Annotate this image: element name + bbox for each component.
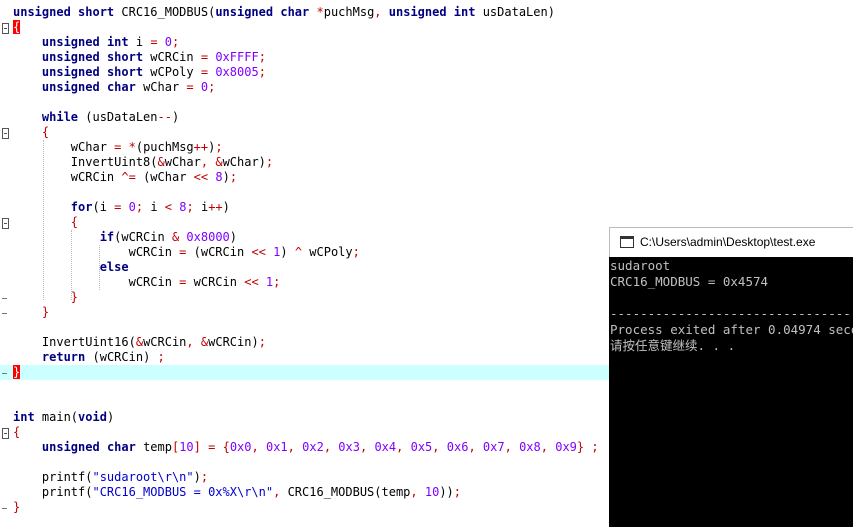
code-line[interactable]: if(wCRCin & 0x8000) [13,230,237,245]
code-line[interactable]: unsigned short CRC16_MODBUS(unsigned cha… [13,5,555,20]
code-line[interactable]: InvertUint16(&wCRCin, &wCRCin); [13,335,266,350]
code-line[interactable]: { [13,215,78,230]
code-line[interactable]: printf("CRC16_MODBUS = 0x%X\r\n", CRC16_… [13,485,461,500]
console-titlebar[interactable]: C:\Users\admin\Desktop\test.exe [609,227,853,257]
code-line[interactable]: { [13,20,21,35]
fold-end-marker [2,508,7,509]
code-line[interactable]: unsigned int i = 0; [13,35,179,50]
code-line[interactable]: } [13,290,78,305]
code-line[interactable]: return (wCRCin) ; [13,350,165,365]
code-line[interactable]: int main(void) [13,410,114,425]
code-line[interactable]: printf("sudaroot\r\n"); [13,470,208,485]
current-line-highlight [0,365,612,380]
console-output: sudaroot CRC16_MODBUS = 0x4574 -----------… [609,257,853,527]
code-line[interactable]: unsigned short wCRCin = 0xFFFF; [13,50,266,65]
code-line[interactable]: wChar = *(puchMsg++); [13,140,223,155]
code-line[interactable]: wCRCin = (wCRCin << 1) ^ wCPoly; [13,245,360,260]
fold-marker-icon[interactable] [2,128,9,139]
console-line: Process exited after 0.04974 seconds [610,322,853,337]
fold-end-marker [2,313,7,314]
fold-marker-icon[interactable] [2,23,9,34]
console-window[interactable]: C:\Users\admin\Desktop\test.exe sudaroot… [609,227,853,527]
console-app-icon [620,236,634,248]
console-line: 请按任意键继续. . . [610,338,736,353]
fold-marker-icon[interactable] [2,218,9,229]
code-line[interactable]: unsigned char temp[10] = {0x0, 0x1, 0x2,… [13,440,599,455]
code-line[interactable]: { [13,425,20,440]
code-line[interactable]: unsigned short wCPoly = 0x8005; [13,65,266,80]
code-line[interactable]: else [13,260,129,275]
code-line[interactable]: InvertUint8(&wChar, &wChar); [13,155,273,170]
code-line[interactable]: { [13,125,49,140]
console-title: C:\Users\admin\Desktop\test.exe [640,235,816,249]
fold-end-marker [2,373,7,374]
code-line[interactable]: for(i = 0; i < 8; i++) [13,200,230,215]
code-line[interactable]: } [13,500,20,515]
code-line[interactable]: } [13,365,21,380]
code-line[interactable]: } [13,305,49,320]
console-line: -------------------------------- [610,306,851,321]
console-line: sudaroot [610,258,671,273]
fold-end-marker [2,298,7,299]
console-line: CRC16_MODBUS = 0x4574 [610,274,769,289]
code-line[interactable]: unsigned char wChar = 0; [13,80,215,95]
code-line[interactable]: wCRCin ^= (wChar << 8); [13,170,237,185]
code-line[interactable]: while (usDataLen--) [13,110,179,125]
code-line[interactable]: wCRCin = wCRCin << 1; [13,275,281,290]
fold-marker-icon[interactable] [2,428,9,439]
